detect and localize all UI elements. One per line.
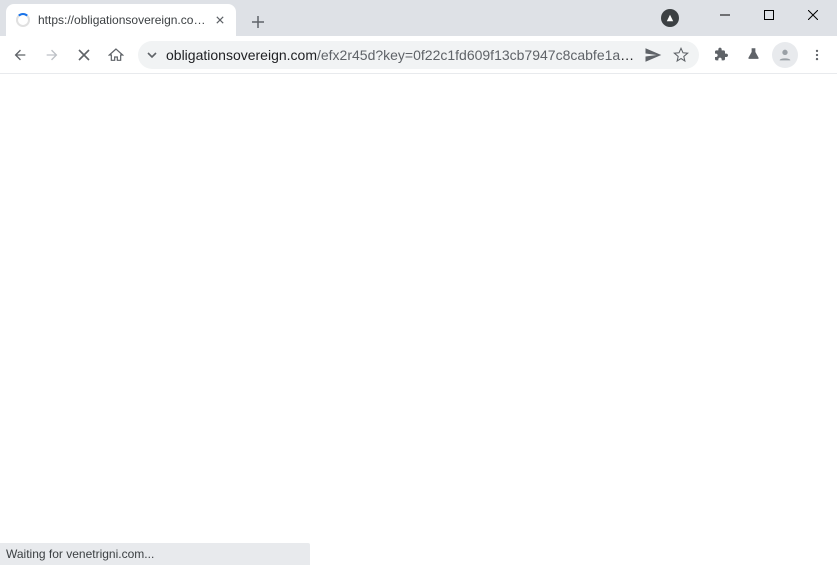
url-host: obligationsovereign.com — [166, 47, 317, 63]
menu-button[interactable] — [803, 41, 831, 69]
profile-button[interactable] — [771, 41, 799, 69]
site-info-button[interactable] — [146, 49, 158, 61]
address-bar[interactable]: obligationsovereign.com/efx2r45d?key=0f2… — [138, 41, 699, 69]
page-content — [0, 74, 837, 565]
send-button[interactable] — [639, 43, 667, 67]
loading-spinner-icon — [16, 13, 30, 27]
titlebar: https://obligationsovereign.com/ — [0, 0, 837, 36]
avatar-icon — [772, 42, 798, 68]
window-close-button[interactable] — [791, 0, 835, 30]
tab-strip: https://obligationsovereign.com/ — [0, 0, 661, 36]
window-controls — [661, 0, 837, 30]
stop-button[interactable] — [70, 41, 98, 69]
window-maximize-button[interactable] — [747, 0, 791, 30]
window-minimize-button[interactable] — [703, 0, 747, 30]
browser-tab[interactable]: https://obligationsovereign.com/ — [6, 4, 236, 36]
url-text: obligationsovereign.com/efx2r45d?key=0f2… — [166, 47, 639, 63]
status-bar: Waiting for venetrigni.com... — [0, 543, 310, 565]
profile-paused-icon[interactable] — [661, 9, 679, 27]
forward-button[interactable] — [38, 41, 66, 69]
back-button[interactable] — [6, 41, 34, 69]
home-button[interactable] — [102, 41, 130, 69]
bookmark-button[interactable] — [667, 43, 695, 67]
labs-button[interactable] — [739, 41, 767, 69]
toolbar: obligationsovereign.com/efx2r45d?key=0f2… — [0, 36, 837, 74]
status-text: Waiting for venetrigni.com... — [6, 547, 154, 561]
new-tab-button[interactable] — [244, 8, 272, 36]
url-path: /efx2r45d?key=0f22c1fd609f13cb7947c8cabf… — [317, 47, 639, 63]
tab-title: https://obligationsovereign.com/ — [38, 13, 206, 27]
extensions-button[interactable] — [707, 41, 735, 69]
tab-close-button[interactable] — [212, 12, 228, 28]
